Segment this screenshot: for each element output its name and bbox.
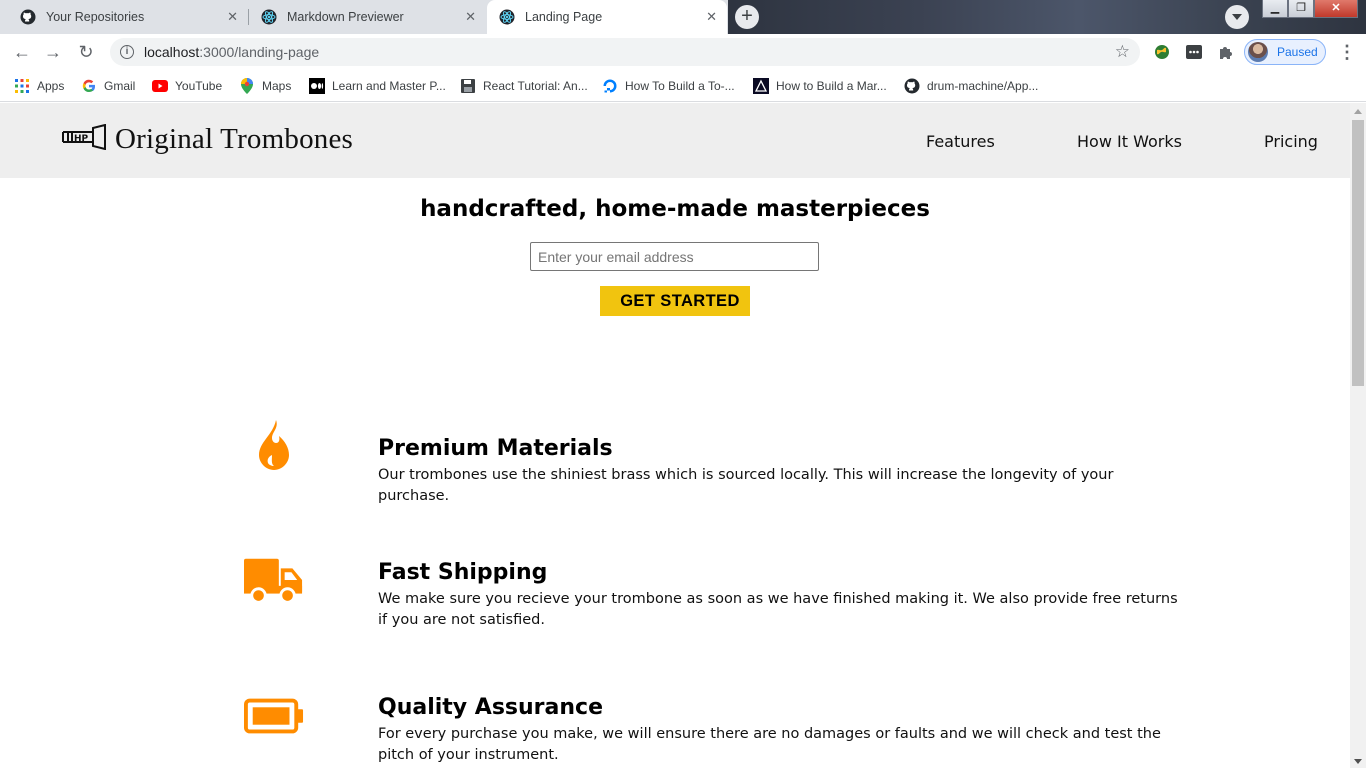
tab-your-repositories[interactable]: Your Repositories ✕ [8, 0, 248, 34]
scroll-down-icon[interactable] [1354, 759, 1362, 764]
extensions-puzzle-icon[interactable] [1216, 42, 1236, 62]
bookmark-drum-machine[interactable]: drum-machine/App... [904, 77, 1038, 95]
tab-search-button[interactable] [1225, 5, 1249, 29]
bookmark-label: Gmail [104, 79, 136, 93]
new-tab-button[interactable]: + [735, 5, 759, 29]
svg-text:HP: HP [74, 134, 89, 144]
more-menu-icon[interactable]: ⋮ [1338, 42, 1356, 62]
battery-full-icon [244, 698, 304, 734]
scroll-up-icon[interactable] [1354, 109, 1362, 114]
feature-title: Fast Shipping [378, 560, 548, 585]
maps-pin-icon [239, 78, 255, 94]
profile-paused-button[interactable]: Paused [1244, 39, 1326, 65]
close-icon[interactable]: ✕ [227, 9, 238, 25]
youtube-icon [152, 78, 168, 94]
medium-icon [309, 78, 325, 94]
tab-landing-page[interactable]: Landing Page ✕ [487, 0, 727, 34]
bookmark-react-tutorial[interactable]: React Tutorial: An... [460, 77, 588, 95]
tab-title: Markdown Previewer [287, 10, 404, 24]
feature-description: For every purchase you make, we will ens… [378, 726, 1161, 763]
bookmark-star-icon[interactable]: ☆ [1115, 42, 1130, 62]
close-icon[interactable]: ✕ [465, 9, 476, 25]
minimize-button[interactable]: ▁ [1262, 0, 1288, 18]
nav-link-pricing[interactable]: Pricing [1264, 132, 1318, 151]
site-header: HP Original Trombones Features How It Wo… [0, 103, 1350, 178]
truck-icon [244, 556, 304, 606]
feature-description: Our trombones use the shiniest brass whi… [378, 467, 1114, 504]
google-icon [81, 78, 97, 94]
address-bar[interactable]: i localhost:3000/landing-page ☆ [110, 38, 1140, 66]
brand-logo[interactable]: HP Original Trombones [62, 123, 353, 156]
fire-icon [244, 419, 304, 471]
feature-title: Quality Assurance [378, 695, 604, 720]
page-scrollbar[interactable] [1350, 103, 1366, 768]
bookmark-label: YouTube [175, 79, 223, 93]
close-icon[interactable]: ✕ [706, 9, 717, 25]
bookmark-label: Apps [37, 79, 65, 93]
floppy-icon [460, 78, 476, 94]
bookmark-label: Maps [262, 79, 292, 93]
get-started-button[interactable]: GET STARTED [600, 286, 750, 316]
reload-icon[interactable]: ↻ [74, 40, 98, 64]
bookmark-label: drum-machine/App... [927, 79, 1039, 93]
react-icon [499, 9, 515, 25]
brand-name: Original Trombones [115, 123, 354, 155]
bookmark-apps[interactable]: Apps [14, 77, 64, 95]
close-window-button[interactable]: ✕ [1314, 0, 1358, 18]
bookmarks-bar: Apps Gmail YouTube Maps Learn and Master… [0, 70, 1366, 102]
digitalocean-icon [602, 78, 618, 94]
trombone-logo-icon: HP [62, 123, 106, 155]
bookmark-label: How to Build a Mar... [776, 79, 887, 93]
hero-title: handcrafted, home-made masterpieces [420, 196, 930, 222]
github-icon [904, 78, 920, 94]
github-icon [20, 9, 36, 25]
extension-dots-icon[interactable] [1184, 42, 1204, 62]
bookmark-youtube[interactable]: YouTube [152, 77, 222, 95]
nav-link-features[interactable]: Features [926, 132, 995, 151]
feature-description: We make sure you recieve your trombone a… [378, 591, 1178, 628]
back-arrow-icon[interactable]: ← [10, 40, 34, 64]
maximize-button[interactable]: ❐ [1288, 0, 1314, 18]
email-input[interactable] [530, 242, 819, 271]
profile-status-label: Paused [1277, 45, 1318, 59]
bookmark-label: React Tutorial: An... [483, 79, 588, 93]
bookmark-label: Learn and Master P... [332, 79, 446, 93]
url-host: localhost [144, 44, 200, 60]
tab-title: Your Repositories [46, 10, 145, 24]
bookmark-gmail[interactable]: Gmail [81, 77, 135, 95]
forward-arrow-icon[interactable]: → [41, 40, 65, 64]
info-icon[interactable]: i [120, 45, 134, 59]
window-controls: ▁ ❐ ✕ [1262, 0, 1358, 18]
scrollbar-thumb[interactable] [1352, 120, 1364, 386]
react-icon [261, 9, 277, 25]
bookmark-maps[interactable]: Maps [239, 77, 291, 95]
apps-grid-icon [14, 78, 30, 94]
bookmark-how-to-build-todo[interactable]: How To Build a To-... [602, 77, 735, 95]
browser-toolbar: ← → ↻ i localhost:3000/landing-page ☆ Pa… [0, 34, 1366, 70]
feature-title: Premium Materials [378, 436, 613, 461]
tab-title: Landing Page [525, 10, 603, 24]
extension-globe-icon[interactable] [1152, 42, 1172, 62]
triangle-logo-icon [753, 78, 769, 94]
bookmark-learn-and-master[interactable]: Learn and Master P... [309, 77, 446, 95]
page-viewport: HP Original Trombones Features How It Wo… [0, 103, 1350, 768]
bookmark-how-to-build-markdown[interactable]: How to Build a Mar... [753, 77, 887, 95]
nav-link-how-it-works[interactable]: How It Works [1077, 132, 1182, 151]
tab-markdown-previewer[interactable]: Markdown Previewer ✕ [249, 0, 486, 34]
avatar [1248, 42, 1268, 62]
browser-tabstrip: Your Repositories ✕ Markdown Previewer ✕… [0, 0, 1366, 34]
bookmark-label: How To Build a To-... [625, 79, 735, 93]
url-path: :3000/landing-page [199, 44, 320, 60]
